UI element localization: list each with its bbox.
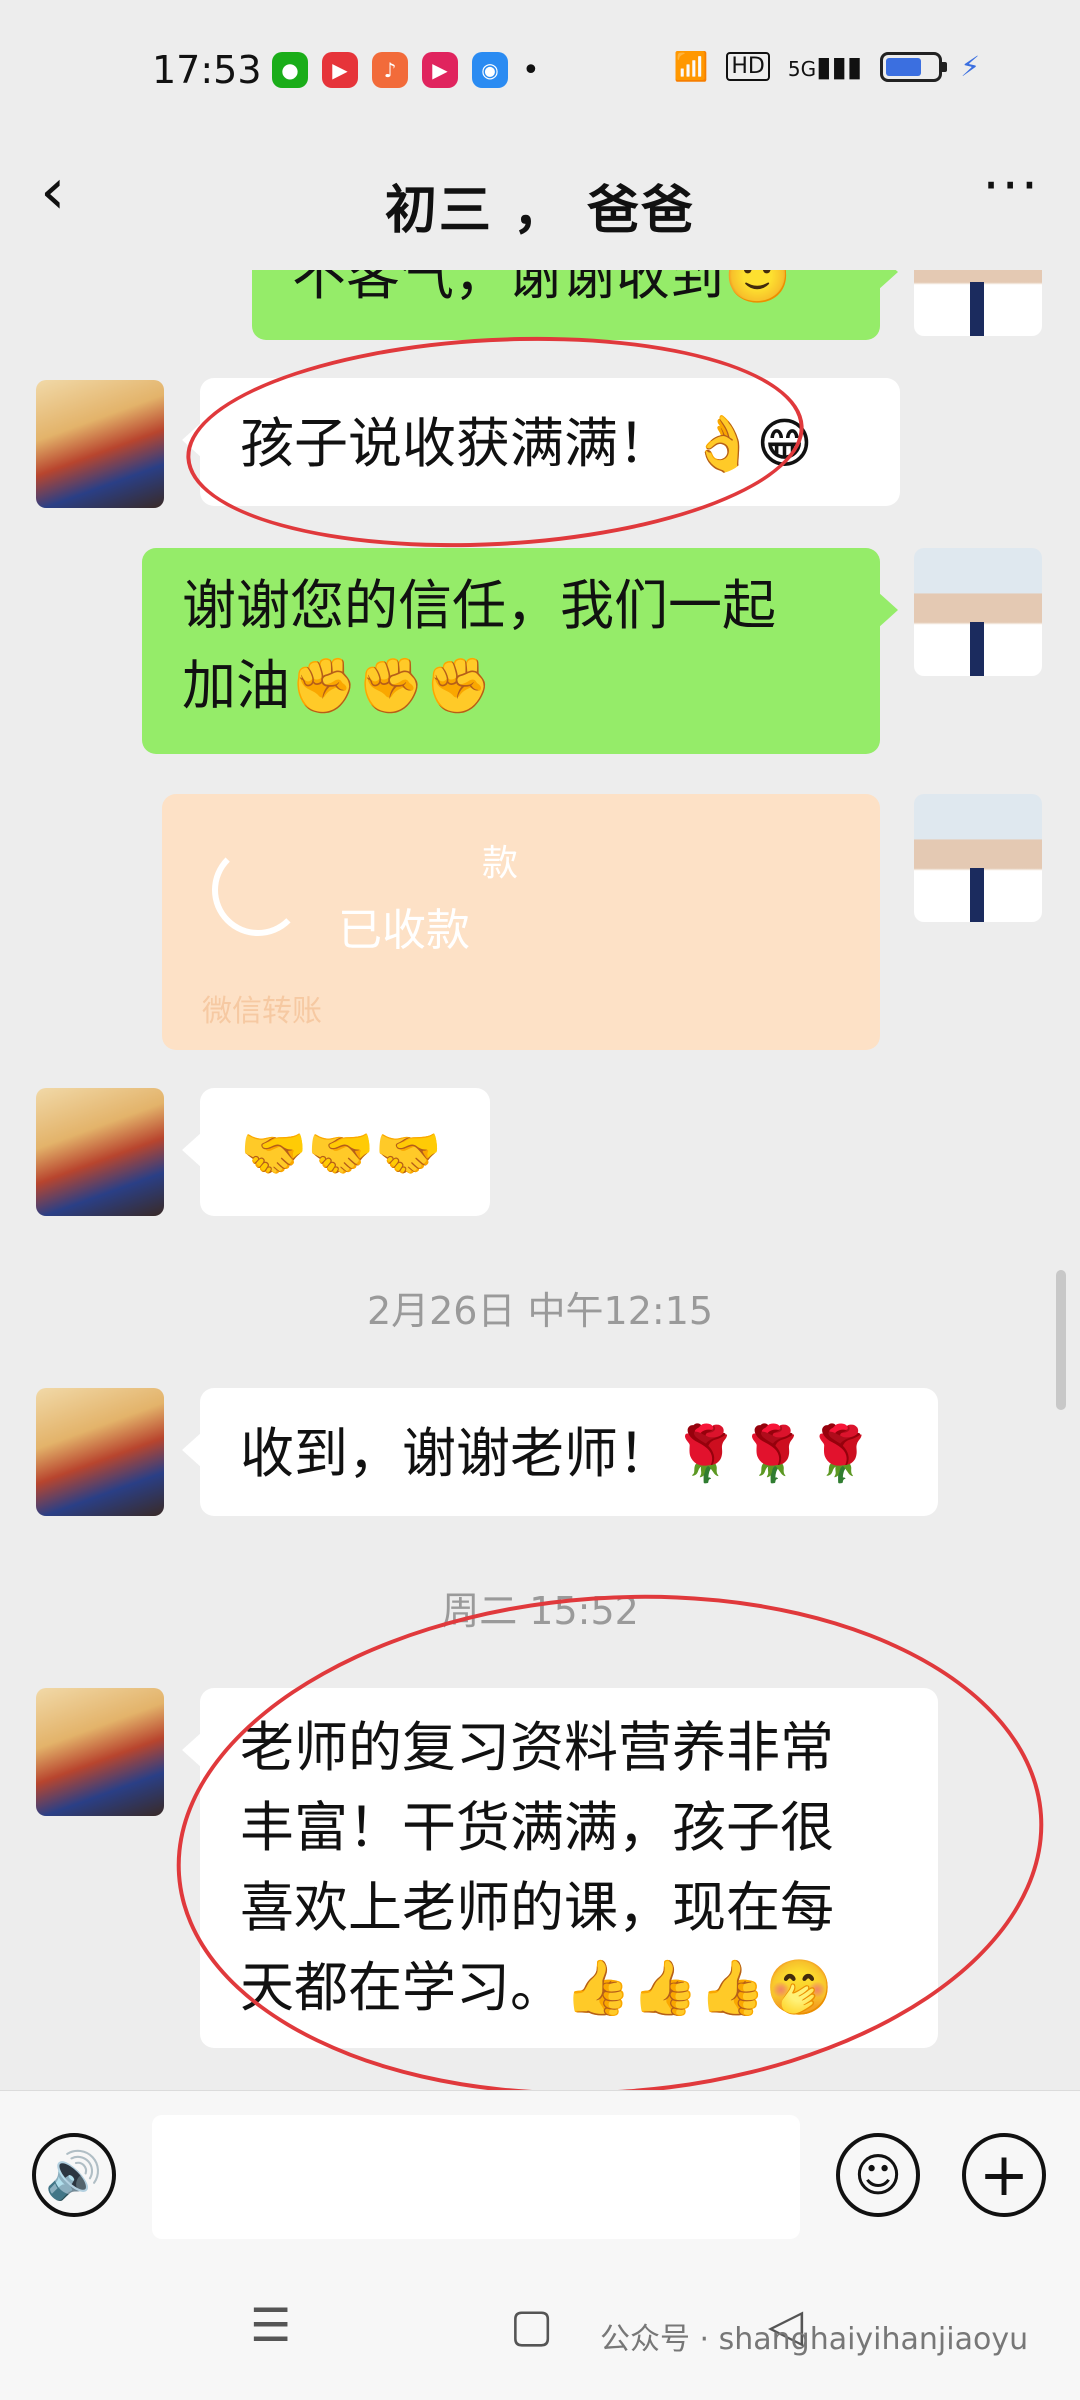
message-text: 孩子说收获满满！ [240, 412, 672, 475]
blue-app-icon: ◉ [472, 52, 508, 88]
message-text-line: 丰富！干货满满，孩子很 [240, 1796, 834, 1859]
message-row: 款 已收款 微信转账 [0, 794, 1080, 1054]
more-notifications-dot: • [522, 52, 540, 88]
notification-icons: ● ▶ ♪ ▶ ◉ • [272, 52, 540, 88]
chat-list[interactable]: 不客气，谢谢收到🙂 孩子说收获满满！ 👌😁 谢谢您的信任，我们一起 加油✊✊✊ … [0, 270, 1080, 2090]
parent-avatar[interactable] [36, 1388, 164, 1516]
battery-icon [880, 51, 948, 82]
system-nav-bar: ☰ ▢ ◁ 公众号 · shanghaiyihanjiaoyu [0, 2260, 1080, 2400]
message-text-line: 喜欢上老师的课，现在每 [240, 1876, 834, 1939]
message-row: 谢谢您的信任，我们一起 加油✊✊✊ [0, 548, 1080, 760]
wifi-icon: 📶 [673, 50, 709, 83]
chat-title: 初三 ， 爸爸 [384, 181, 696, 241]
message-bubble-incoming[interactable]: 老师的复习资料营养非常 丰富！干货满满，孩子很 喜欢上老师的课，现在每 天都在学… [182, 1688, 938, 2048]
voice-icon[interactable]: 🔊 [32, 2133, 116, 2217]
message-bubble-incoming[interactable]: 🤝🤝🤝 [182, 1088, 490, 1216]
message-text-line: 加油✊✊✊ [182, 654, 492, 717]
signal-icon: 5G▮▮▮ [787, 50, 863, 83]
message-bubble-outgoing[interactable]: 不客气，谢谢收到🙂 [252, 270, 898, 340]
message-bubble-incoming[interactable]: 收到，谢谢老师！🌹🌹🌹 [182, 1388, 938, 1516]
message-row: 收到，谢谢老师！🌹🌹🌹 [0, 1388, 1080, 1518]
more-options-button[interactable]: ··· [983, 154, 1041, 217]
transfer-label: 微信转账 [202, 994, 322, 1029]
music-app-icon: ♪ [372, 52, 408, 88]
transfer-received-icon [212, 844, 304, 936]
message-text-line: 老师的复习资料营养非常 [240, 1716, 834, 1779]
message-row: 不客气，谢谢收到🙂 [0, 270, 1080, 340]
message-text: 收到，谢谢老师！🌹🌹🌹 [240, 1422, 874, 1485]
parent-avatar[interactable] [36, 1088, 164, 1216]
message-emoji: 👌😁 [689, 412, 813, 475]
message-row: 老师的复习资料营养非常 丰富！干货满满，孩子很 喜欢上老师的课，现在每 天都在学… [0, 1566, 1080, 2090]
message-text-line: 天都在学习。👍👍👍🤭 [240, 1956, 833, 2019]
timestamp: 2月26日 中午12:15 [366, 1289, 714, 1333]
wechat-transfer-card[interactable]: 款 已收款 微信转账 [162, 794, 880, 1050]
timestamp: 周二 15:52 [441, 1589, 639, 1633]
red-app-icon: ▶ [322, 52, 358, 88]
teacher-avatar[interactable] [914, 270, 1042, 336]
message-input[interactable] [152, 2115, 800, 2239]
home-icon[interactable]: ▢ [510, 2298, 553, 2352]
teacher-avatar[interactable] [914, 548, 1042, 676]
video-app-icon: ▶ [422, 52, 458, 88]
status-time: 17:53 [152, 48, 262, 92]
hd-label: HD [726, 52, 770, 81]
watermark: 公众号 · shanghaiyihanjiaoyu [600, 2322, 1029, 2357]
transfer-amount: 款 [482, 843, 519, 884]
message-row: 🤝🤝🤝 [0, 1088, 1080, 1218]
chat-header: ‹ 初三 ， 爸爸 ··· [0, 140, 1080, 270]
teacher-avatar[interactable] [914, 794, 1042, 922]
parent-avatar[interactable] [36, 1688, 164, 1816]
message-text-line: 谢谢您的信任，我们一起 [182, 574, 776, 637]
message-text: 不客气，谢谢收到🙂 [292, 270, 792, 307]
status-bar: 17:53 ● ▶ ♪ ▶ ◉ • 📶 HD 5G▮▮▮ ⚡ [0, 0, 1080, 140]
wechat-icon: ● [272, 52, 308, 88]
parent-avatar[interactable] [36, 380, 164, 508]
charging-icon: ⚡ [960, 50, 980, 83]
transfer-status: 已收款 [338, 905, 470, 956]
scrollbar[interactable] [1056, 1270, 1066, 1410]
message-bubble-incoming[interactable]: 孩子说收获满满！ 👌😁 [182, 378, 900, 506]
menu-icon[interactable]: ☰ [250, 2298, 291, 2352]
message-bubble-outgoing[interactable]: 谢谢您的信任，我们一起 加油✊✊✊ [142, 548, 898, 754]
emoji-icon[interactable]: ☺ [836, 2133, 920, 2217]
input-bar: 🔊 ☺ + [0, 2090, 1080, 2261]
plus-icon[interactable]: + [962, 2133, 1046, 2217]
system-icons: 📶 HD 5G▮▮▮ ⚡ [674, 50, 981, 83]
message-text: 🤝🤝🤝 [240, 1122, 442, 1185]
message-row: 孩子说收获满满！ 👌😁 [0, 321, 1080, 563]
